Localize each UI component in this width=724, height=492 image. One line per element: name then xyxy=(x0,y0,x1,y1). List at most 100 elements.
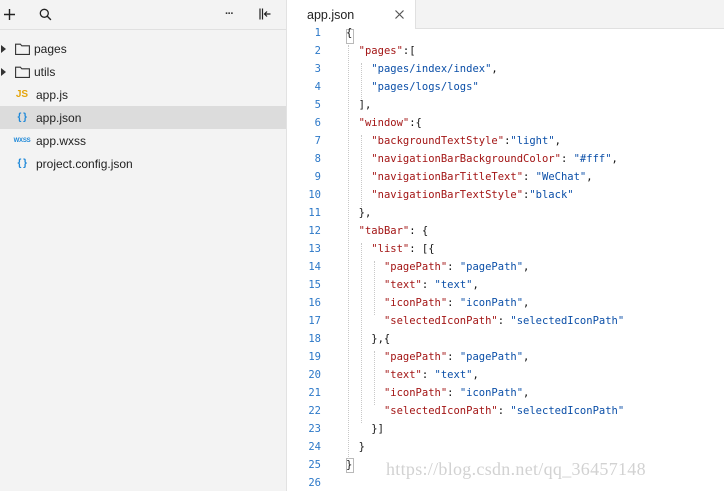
code-line[interactable]: 8 "navigationBarBackgroundColor": "#fff"… xyxy=(288,150,724,168)
code-line[interactable]: 7 "backgroundTextStyle":"light", xyxy=(288,132,724,150)
tree-folder-pages[interactable]: pages xyxy=(0,37,286,60)
code-line[interactable]: 14 "pagePath": "pagePath", xyxy=(288,258,724,276)
line-number: 19 xyxy=(308,351,321,363)
code-line[interactable]: 18 },{ xyxy=(288,330,724,348)
code-text: "pages/index/index", xyxy=(371,63,498,75)
code-line[interactable]: 13 "list": [{ xyxy=(288,240,724,258)
code-text: "pages/logs/logs" xyxy=(371,81,479,93)
tree-file-app-wxss[interactable]: WXSS app.wxss xyxy=(0,129,286,152)
json-file-icon: { } xyxy=(17,158,27,169)
js-file-icon: JS xyxy=(15,89,29,100)
code-line[interactable]: 2 "pages":[ xyxy=(288,42,724,60)
code-line[interactable]: 22 "selectedIconPath": "selectedIconPath… xyxy=(288,402,724,420)
code-line[interactable]: 23 }] xyxy=(288,420,724,438)
wxss-file-icon: WXSS xyxy=(13,137,31,144)
code-editor[interactable]: 1{2 "pages":[3 "pages/index/index", 4 "pa… xyxy=(288,27,724,491)
tree-item-label: utils xyxy=(34,64,56,79)
code-line[interactable]: 11 }, xyxy=(288,204,724,222)
code-line[interactable]: 3 "pages/index/index", xyxy=(288,60,724,78)
line-number: 6 xyxy=(314,117,321,129)
line-number: 14 xyxy=(308,261,321,273)
line-number: 17 xyxy=(308,315,321,327)
line-number: 3 xyxy=(314,63,321,75)
line-number: 25 xyxy=(308,459,321,471)
watermark: https://blog.csdn.net/qq_36457148 xyxy=(386,459,646,479)
code-text: "navigationBarTitleText": "WeChat", xyxy=(371,171,593,183)
code-line[interactable]: 12 "tabBar": { xyxy=(288,222,724,240)
line-number: 13 xyxy=(308,243,321,255)
line-number: 21 xyxy=(308,387,321,399)
code-line[interactable]: 17 "selectedIconPath": "selectedIconPath… xyxy=(288,312,724,330)
line-number: 18 xyxy=(308,333,321,345)
line-number: 8 xyxy=(314,153,321,165)
code-line[interactable]: 4 "pages/logs/logs" xyxy=(288,78,724,96)
code-text: ], xyxy=(346,99,372,111)
tree-item-label: pages xyxy=(34,41,67,56)
code-line[interactable]: 1{ xyxy=(288,24,724,42)
more-icon: ··· xyxy=(225,8,234,20)
tree-file-project-config-json[interactable]: { } project.config.json xyxy=(0,152,286,175)
line-number: 22 xyxy=(308,405,321,417)
line-number: 11 xyxy=(308,207,321,219)
code-line[interactable]: 20 "text": "text", xyxy=(288,366,724,384)
file-explorer-sidebar: ··· pages utils JS app.js {} app.json W… xyxy=(0,0,287,491)
tree-file-app-js[interactable]: JS app.js xyxy=(0,83,286,106)
tree-item-label: project.config.json xyxy=(36,156,133,171)
code-text: "tabBar": { xyxy=(358,225,429,237)
tree-item-label: app.json xyxy=(36,110,82,125)
line-number: 9 xyxy=(314,171,321,183)
code-text: "text": "text", xyxy=(383,279,479,291)
code-text: } xyxy=(346,459,353,471)
plus-icon xyxy=(3,8,15,20)
close-icon[interactable] xyxy=(394,9,405,20)
code-line[interactable]: 15 "text": "text", xyxy=(288,276,724,294)
line-number: 1 xyxy=(314,27,321,39)
caret-right-icon[interactable] xyxy=(1,44,6,53)
collapse-panel-button[interactable] xyxy=(257,4,273,24)
folder-icon xyxy=(14,42,30,56)
code-line[interactable]: 16 "iconPath": "iconPath", xyxy=(288,294,724,312)
code-text: "pagePath": "pagePath", xyxy=(383,261,530,273)
code-text: },{ xyxy=(346,333,391,345)
line-number: 20 xyxy=(308,369,321,381)
code-line[interactable]: 5 ], xyxy=(288,96,724,114)
line-number: 16 xyxy=(308,297,321,309)
line-number: 12 xyxy=(308,225,321,237)
line-number: 15 xyxy=(308,279,321,291)
code-text: } xyxy=(346,441,365,453)
code-text: "list": [{ xyxy=(371,243,435,255)
code-text: }, xyxy=(346,207,372,219)
caret-right-icon[interactable] xyxy=(1,67,6,76)
code-line[interactable]: 19 "pagePath": "pagePath", xyxy=(288,348,724,366)
code-text: }] xyxy=(346,423,384,435)
line-number: 2 xyxy=(314,45,321,57)
file-tree: pages utils JS app.js { } app.json WXSS … xyxy=(0,37,286,175)
code-text: { xyxy=(346,27,353,39)
code-text: "pagePath": "pagePath", xyxy=(383,351,530,363)
tree-item-label: app.wxss xyxy=(36,133,87,148)
line-number: 24 xyxy=(308,441,321,453)
code-text: "iconPath": "iconPath", xyxy=(383,297,530,309)
line-number: 5 xyxy=(314,99,321,111)
search-icon xyxy=(39,8,51,20)
code-line[interactable]: 10 "navigationBarTextStyle":"black" xyxy=(288,186,724,204)
add-file-button[interactable] xyxy=(1,4,17,24)
code-text: "selectedIconPath": "selectedIconPath" xyxy=(383,405,625,417)
more-options-button[interactable]: ··· xyxy=(221,4,237,24)
code-text: "window":{ xyxy=(358,117,422,129)
code-text: "navigationBarBackgroundColor": "#fff", xyxy=(371,153,618,165)
folder-icon xyxy=(14,65,30,79)
tree-file-app-json[interactable]: { } app.json xyxy=(0,106,286,129)
code-text: "text": "text", xyxy=(383,369,479,381)
code-line[interactable]: 9 "navigationBarTitleText": "WeChat", xyxy=(288,168,724,186)
code-line[interactable]: 24 } xyxy=(288,438,724,456)
code-line[interactable]: 6 "window":{ xyxy=(288,114,724,132)
line-number: 26 xyxy=(308,477,321,489)
code-line[interactable]: 21 "iconPath": "iconPath", xyxy=(288,384,724,402)
search-button[interactable] xyxy=(37,4,53,24)
collapse-left-icon xyxy=(259,8,271,20)
explorer-toolbar: ··· xyxy=(0,0,286,30)
tree-folder-utils[interactable]: utils xyxy=(0,60,286,83)
tab-title: app.json xyxy=(307,7,355,22)
tree-item-label: app.js xyxy=(36,87,69,102)
